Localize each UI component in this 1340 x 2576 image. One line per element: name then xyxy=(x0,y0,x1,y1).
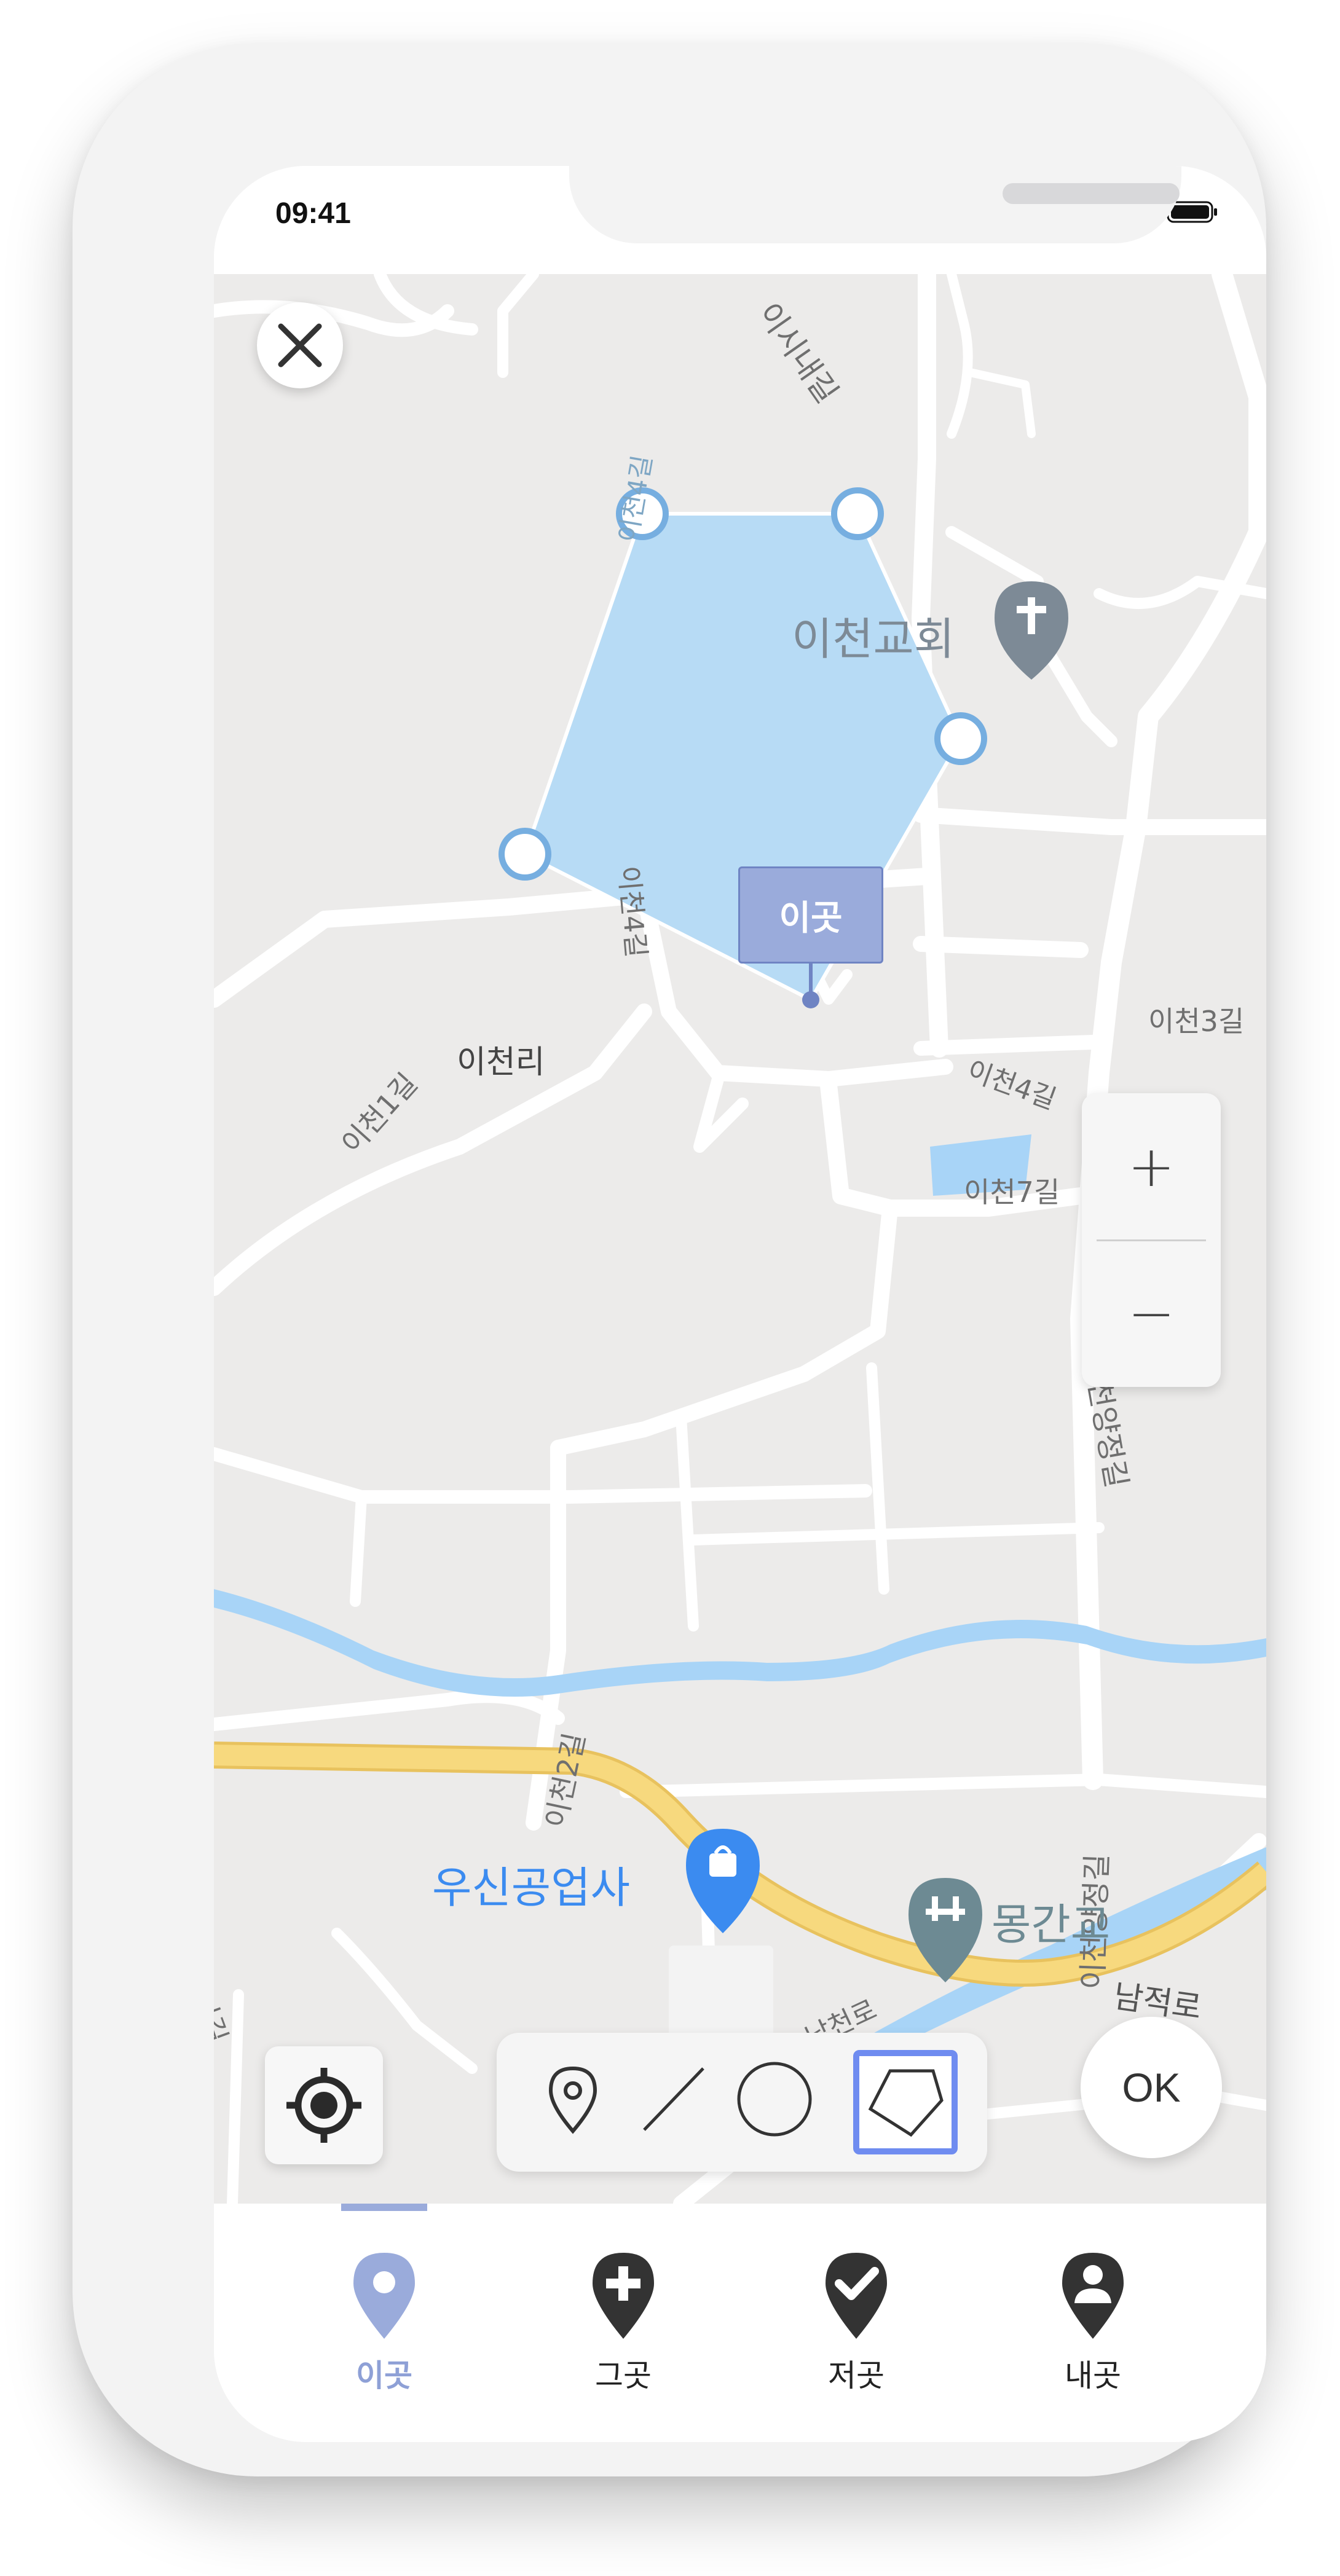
road-label: 이천4길 xyxy=(612,864,652,959)
zoom-divider xyxy=(1097,1239,1206,1241)
map-road xyxy=(693,1073,749,1153)
tab-label: 그곳 xyxy=(595,2358,652,2393)
map-road xyxy=(1094,576,1266,609)
map-road xyxy=(866,1362,889,1595)
map-road xyxy=(497,274,539,378)
bottom-tab-bar: 이곳 그곳 저곳 내곳 xyxy=(214,2204,1266,2442)
map-road xyxy=(214,1447,872,1504)
crosshair-icon xyxy=(286,2068,361,2143)
tab-label: 이곳 xyxy=(356,2358,412,2393)
map-road xyxy=(620,1773,1266,1798)
notch xyxy=(569,166,1181,243)
map-road xyxy=(214,1689,565,1731)
pin-person-icon xyxy=(1062,2253,1124,2339)
map-road xyxy=(688,1522,1105,1545)
line-icon xyxy=(643,2067,704,2131)
map-road xyxy=(913,1035,1100,1056)
pin-check-icon xyxy=(826,2253,887,2339)
tab-igot[interactable]: 이곳 xyxy=(310,2247,458,2400)
active-tab-indicator xyxy=(341,2204,427,2211)
map-road xyxy=(374,274,478,336)
line-tool[interactable] xyxy=(625,2050,723,2148)
pin-outline-icon xyxy=(548,2066,597,2134)
map-road xyxy=(350,1491,367,1607)
map-road xyxy=(947,274,973,439)
polygon-tool[interactable] xyxy=(853,2050,958,2154)
speaker-grille xyxy=(1003,183,1180,204)
tab-geugot[interactable]: 그곳 xyxy=(550,2247,697,2400)
tab-label: 내곳 xyxy=(1065,2358,1121,2393)
zoom-in-button[interactable]: + xyxy=(1082,1093,1221,1240)
locate-me-button[interactable] xyxy=(265,2046,383,2164)
map-road xyxy=(214,1003,652,1296)
polygon-vertex-handle xyxy=(934,712,987,765)
circle-tool[interactable] xyxy=(725,2050,824,2148)
pentagon-icon xyxy=(868,2069,944,2137)
zoom-control: + − xyxy=(1082,1093,1221,1387)
app-screen: 09:41 이시내길 이천4길 이천4길 이천1길 이천리 이천3길 이천4길 … xyxy=(214,166,1266,2442)
bridge-poi-label: 몽간교 xyxy=(991,1899,1111,1950)
pin-tool[interactable] xyxy=(524,2050,622,2148)
phone-frame: 09:41 이시내길 이천4길 이천4길 이천1길 이천리 이천3길 이천4길 … xyxy=(73,43,1266,2476)
road-label: 이천3길 xyxy=(1148,1005,1245,1038)
map-road xyxy=(913,807,1266,835)
road-label: 이천7길 xyxy=(964,1176,1060,1209)
polygon-vertex-handle xyxy=(499,828,551,881)
tab-label: 저곳 xyxy=(828,2358,885,2393)
zoom-out-button[interactable]: − xyxy=(1082,1240,1221,1387)
tab-jeogot[interactable]: 저곳 xyxy=(782,2247,930,2400)
map-road xyxy=(526,1200,898,1831)
pin-plus-icon xyxy=(593,2253,654,2339)
close-button[interactable] xyxy=(257,302,343,388)
place-label: 이천리 xyxy=(457,1044,545,1081)
status-time: 09:41 xyxy=(275,197,351,230)
map-river xyxy=(214,1589,1266,1697)
tab-naegot[interactable]: 내곳 xyxy=(1019,2247,1167,2400)
draw-toolbar xyxy=(497,2033,987,2172)
map-road xyxy=(966,368,1036,438)
map-road xyxy=(913,936,1089,958)
church-poi-label: 이천교회 xyxy=(792,613,955,665)
polygon-vertex-handle xyxy=(831,487,884,540)
map-view[interactable]: 이시내길 이천4길 이천4길 이천1길 이천리 이천3길 이천4길 이천7길 이… xyxy=(214,274,1266,2204)
marker-label[interactable]: 이곳 xyxy=(738,866,883,964)
circle-icon xyxy=(737,2062,812,2137)
marker-pin-dot xyxy=(802,991,819,1008)
map-road xyxy=(676,1412,699,1632)
shop-poi-label: 우신공업사 xyxy=(432,1863,630,1913)
location-pin-icon xyxy=(353,2253,415,2339)
close-icon xyxy=(278,323,322,367)
ok-button[interactable]: OK xyxy=(1081,2017,1222,2158)
shop-poi-icon xyxy=(686,1829,760,1933)
